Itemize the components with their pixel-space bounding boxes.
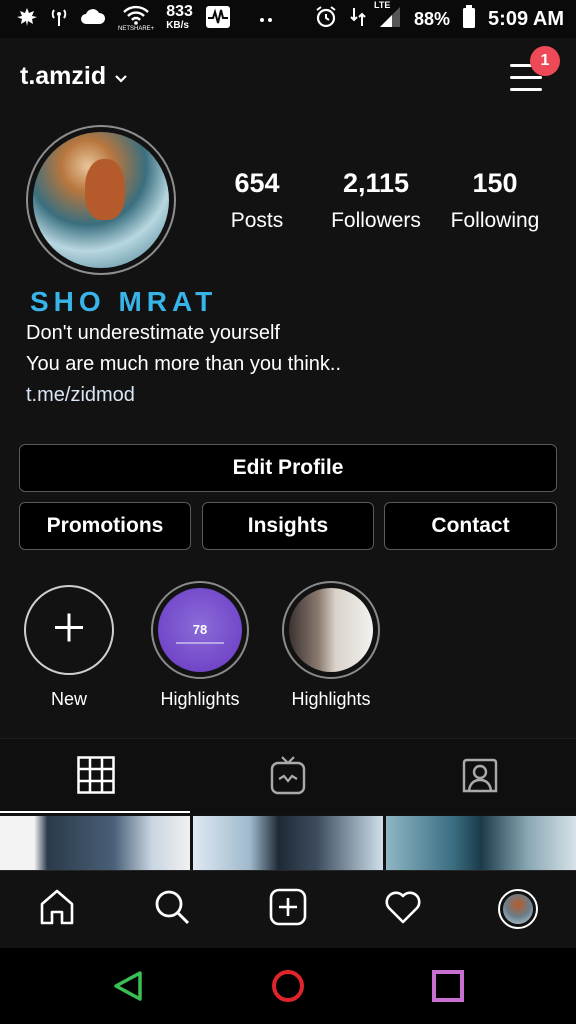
clock: 5:09 AM [488, 7, 564, 30]
nav-activity[interactable] [383, 889, 423, 929]
cloud-icon [80, 8, 106, 31]
activity-icon [205, 5, 231, 34]
new-highlight[interactable]: New [19, 585, 119, 710]
dots-icon [259, 10, 273, 28]
active-tab-indicator [0, 811, 190, 813]
back-triangle-icon [111, 969, 145, 1008]
avatar-image [33, 132, 169, 268]
heart-icon [383, 889, 423, 930]
insights-button[interactable]: Insights [202, 502, 374, 550]
system-navigation-bar [0, 948, 576, 1024]
promotions-button[interactable]: Promotions [19, 502, 191, 550]
cell-signal-icon: LTE [374, 0, 402, 33]
net-speed: 833 KB/s [166, 3, 193, 33]
highlight-item[interactable]: Highlights [281, 581, 381, 710]
tab-igtv[interactable] [192, 739, 384, 815]
leaf-icon [16, 7, 38, 32]
username: t.amzid [20, 62, 107, 90]
signal-tower-icon [50, 7, 68, 32]
tab-tagged[interactable] [384, 739, 576, 815]
profile-avatar [498, 889, 538, 929]
tab-grid[interactable] [0, 739, 192, 815]
highlight-item[interactable]: 78 Highlights [150, 581, 250, 710]
highlight-thumbnail [289, 588, 373, 672]
bio-link[interactable]: t.me/zidmod [26, 380, 341, 411]
nav-new-post[interactable] [268, 888, 308, 931]
stat-value: 150 [472, 168, 518, 198]
status-bar: NETSHARE+ 833 KB/s LTE 88% 5:09 AM [0, 0, 576, 38]
data-arrows-icon [350, 6, 366, 33]
post-thumbnail[interactable] [0, 816, 190, 870]
nav-home[interactable] [37, 889, 77, 929]
net-speed-unit: KB/s [166, 20, 189, 31]
thumbnail-line [176, 642, 224, 644]
profile-header: t.amzid [0, 38, 576, 116]
account-switcher[interactable]: t.amzid [20, 62, 128, 91]
net-speed-value: 833 [166, 3, 193, 20]
new-highlight-ring [24, 585, 114, 675]
home-circle-icon [270, 968, 306, 1009]
bottom-navigation [0, 870, 576, 949]
profile-avatar[interactable] [26, 125, 176, 275]
plus-icon [53, 612, 85, 649]
highlight-label: Highlights [160, 689, 240, 709]
bio: Don't underestimate yourself You are muc… [26, 318, 341, 411]
home-icon [38, 888, 76, 931]
hamburger-bar [510, 76, 542, 79]
highlight-label: New [50, 689, 87, 709]
display-name: SHO MRAT [30, 286, 218, 317]
home-button[interactable] [268, 968, 308, 1008]
alarm-icon [314, 5, 338, 34]
stat-following[interactable]: 150 Following [435, 168, 555, 233]
battery-percent: 88% [414, 8, 451, 29]
highlight-thumbnail-value: 78 [192, 622, 208, 637]
recents-button[interactable] [428, 968, 468, 1008]
post-thumbnail[interactable] [193, 816, 383, 870]
post-thumbnail[interactable] [386, 816, 576, 870]
posts-grid [0, 816, 576, 870]
stat-value: 2,115 [342, 168, 410, 198]
chevron-down-icon [114, 62, 128, 91]
nav-search[interactable] [152, 889, 192, 929]
highlight-ring [282, 581, 380, 679]
hamburger-bar [510, 88, 542, 91]
network-type-label: LTE [374, 0, 391, 10]
add-post-icon [269, 888, 307, 931]
back-button[interactable] [108, 968, 148, 1008]
bio-line: Don't underestimate yourself [26, 322, 280, 344]
highlight-thumbnail: 78 [158, 588, 242, 672]
stat-posts[interactable]: 654 Posts [197, 168, 317, 233]
stat-label: Followers [331, 209, 421, 232]
recents-square-icon [430, 968, 466, 1009]
carrier-label: NETSHARE+ [118, 26, 155, 32]
stat-label: Following [450, 209, 540, 232]
battery-icon [462, 4, 476, 34]
highlight-label: Highlights [291, 689, 371, 709]
stat-followers[interactable]: 2,115 Followers [316, 168, 436, 233]
igtv-icon [270, 755, 306, 800]
profile-tabs [0, 738, 576, 815]
nav-profile[interactable] [498, 889, 538, 929]
stat-label: Posts [230, 209, 284, 232]
search-icon [153, 888, 191, 931]
nav-avatar-image [503, 894, 533, 924]
highlight-ring: 78 [151, 581, 249, 679]
notification-badge: 1 [530, 46, 560, 76]
wifi-icon: NETSHARE+ [118, 5, 154, 33]
tagged-icon [461, 756, 499, 799]
grid-icon [77, 755, 115, 799]
stat-value: 654 [234, 168, 280, 198]
contact-button[interactable]: Contact [384, 502, 557, 550]
edit-profile-button[interactable]: Edit Profile [19, 444, 557, 492]
bio-line: You are much more than you think.. [26, 353, 341, 375]
